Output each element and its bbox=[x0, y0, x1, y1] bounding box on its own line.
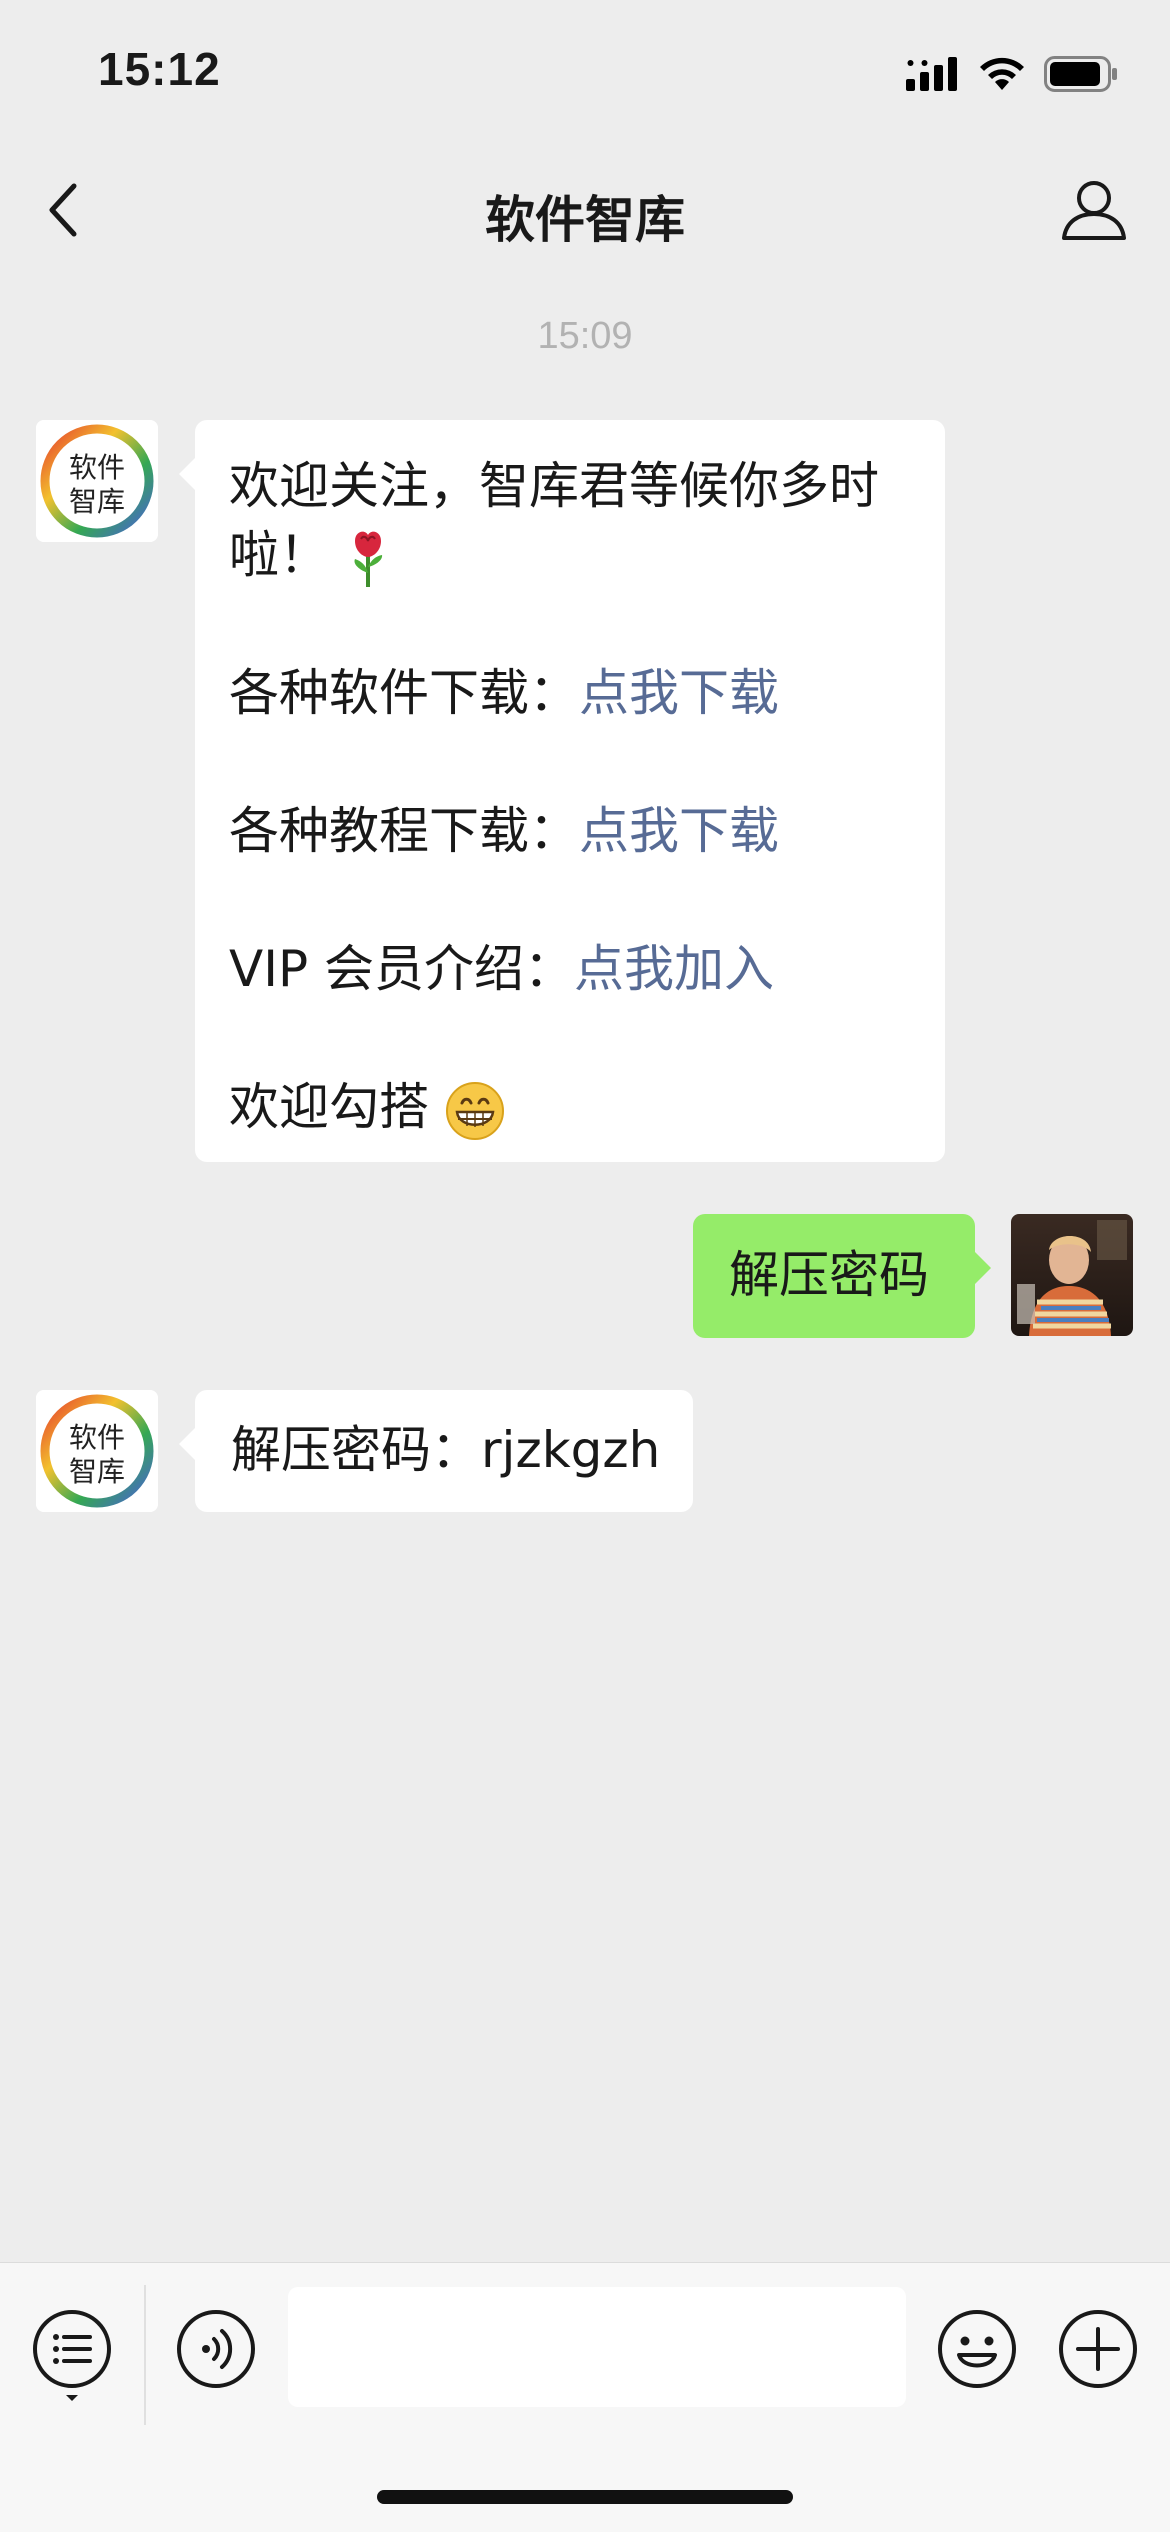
svg-text:智库: 智库 bbox=[69, 1455, 125, 1488]
bot-avatar[interactable]: 软件 智库 bbox=[36, 1390, 158, 1512]
sent-message-text: 解压密码 bbox=[729, 1246, 929, 1304]
reply-message-bubble[interactable]: 解压密码：rjzkgzh bbox=[179, 1390, 693, 1512]
closing-line: 欢迎勾搭 bbox=[229, 1073, 911, 1142]
user-avatar-photo bbox=[1011, 1214, 1133, 1336]
input-bar-divider bbox=[144, 2285, 146, 2425]
message-timestamp: 15:09 bbox=[537, 315, 633, 357]
message-input[interactable] bbox=[288, 2287, 906, 2407]
tutorial-download-label: 各种教程下载： bbox=[229, 802, 579, 860]
svg-text:软件: 软件 bbox=[69, 1421, 125, 1454]
welcome-line-1: 欢迎关注，智库君等候你多时 bbox=[229, 457, 879, 515]
bot-avatar[interactable]: 软件 智库 bbox=[36, 420, 158, 542]
plus-button[interactable] bbox=[1056, 2307, 1140, 2391]
grin-emoji-icon bbox=[445, 1081, 504, 1140]
svg-text:智库: 智库 bbox=[69, 485, 125, 518]
voice-icon bbox=[177, 2310, 255, 2388]
battery-icon bbox=[1044, 56, 1117, 92]
status-bar: 15:12 bbox=[0, 0, 1170, 140]
vip-intro-line: VIP 会员介绍：点我加入 bbox=[229, 935, 911, 1004]
home-indicator[interactable] bbox=[377, 2490, 793, 2504]
closing-text: 欢迎勾搭 bbox=[229, 1078, 429, 1136]
smiley-icon bbox=[938, 2310, 1016, 2388]
profile-button[interactable] bbox=[1058, 176, 1130, 244]
tutorial-download-link[interactable]: 点我下载 bbox=[579, 802, 779, 860]
menu-button[interactable] bbox=[30, 2307, 114, 2401]
cellular-signal-icon bbox=[906, 57, 957, 91]
software-download-link[interactable]: 点我下载 bbox=[579, 664, 779, 722]
status-icons bbox=[906, 50, 1118, 98]
welcome-message-bubble[interactable]: 欢迎关注，智库君等候你多时 啦！ 各种软件下载：点我下载 各种教程下载：点我下载… bbox=[179, 420, 945, 1162]
sent-message-bubble[interactable]: 解压密码 bbox=[693, 1214, 991, 1338]
software-download-line: 各种软件下载：点我下载 bbox=[229, 659, 911, 728]
list-icon bbox=[33, 2310, 111, 2401]
chat-title: 软件智库 bbox=[485, 191, 685, 249]
bot-avatar-logo: 软件 智库 bbox=[36, 1390, 158, 1512]
vip-intro-label: VIP 会员介绍： bbox=[229, 940, 574, 998]
wifi-icon bbox=[980, 57, 1024, 90]
svg-text:软件: 软件 bbox=[69, 451, 125, 484]
voice-button[interactable] bbox=[174, 2307, 258, 2391]
vip-join-link[interactable]: 点我加入 bbox=[574, 940, 774, 998]
software-download-label: 各种软件下载： bbox=[229, 664, 579, 722]
person-icon bbox=[1062, 181, 1126, 240]
nav-bar: 软件智库 bbox=[0, 140, 1170, 280]
reply-message-text: 解压密码：rjzkgzh bbox=[231, 1421, 661, 1479]
rose-emoji-icon bbox=[354, 531, 383, 587]
user-avatar[interactable] bbox=[1011, 1214, 1133, 1336]
welcome-line-2: 啦！ bbox=[229, 521, 911, 590]
emoji-button[interactable] bbox=[935, 2307, 1019, 2391]
plus-icon bbox=[1059, 2310, 1137, 2388]
bot-avatar-logo: 软件 智库 bbox=[36, 420, 158, 542]
tutorial-download-line: 各种教程下载：点我下载 bbox=[229, 797, 911, 866]
status-time: 15:12 bbox=[98, 43, 221, 95]
welcome-line-2-text: 啦！ bbox=[229, 526, 329, 584]
